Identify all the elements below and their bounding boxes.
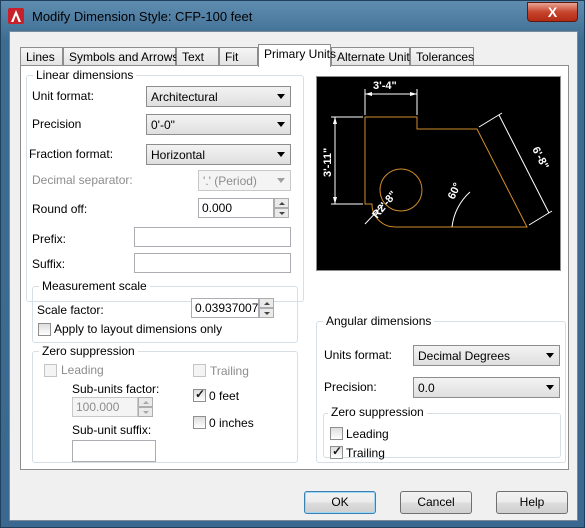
fraction-format-value: Horizontal [151,148,206,162]
spin-down-icon[interactable] [138,407,153,417]
round-off-input[interactable]: 0.000 [198,198,274,218]
dialog-client: Lines Symbols and Arrows Text Fit Primar… [9,31,578,521]
dialog-window: Modify Dimension Style: CFP-100 feet X L… [0,0,585,528]
dimension-preview: 3'-4" 3'-11" 6'-8" R2'-8" 60° [316,76,561,271]
preview-dim-top: 3'-4" [373,80,397,92]
angular-trailing-label: Trailing [346,446,385,460]
scale-factor-spinner[interactable] [259,298,274,318]
leading-label: Leading [61,363,104,377]
suffix-input[interactable] [134,253,291,273]
preview-dim-radius: R2'-8" [370,189,400,221]
spin-up-icon[interactable] [274,198,289,208]
linear-zero-suppression-title: Zero suppression [39,344,138,358]
window-title: Modify Dimension Style: CFP-100 feet [32,9,253,24]
chevron-down-icon [546,353,554,358]
tab-lines[interactable]: Lines [20,47,63,66]
unit-format-select[interactable]: Architectural [146,86,291,107]
preview-dim-right: 6'-8" [529,145,550,172]
decimal-separator-value: '.' (Period) [203,174,257,188]
chevron-down-icon [277,94,285,99]
tab-fit[interactable]: Fit [219,47,258,66]
zero-inches-checkbox[interactable] [193,416,206,429]
angular-units-format-value: Decimal Degrees [418,349,511,363]
preview-dim-angle: 60° [446,181,464,201]
suffix-label: Suffix: [32,257,66,271]
zero-inches-label: 0 inches [209,416,254,430]
linear-dimensions-title: Linear dimensions [33,68,137,82]
angular-units-format-label: Units format: [324,348,393,362]
autocad-app-icon [8,8,24,24]
subunit-suffix-input[interactable] [72,440,156,462]
decimal-separator-select[interactable]: '.' (Period) [198,170,291,191]
chevron-down-icon [277,152,285,157]
spin-down-icon[interactable] [274,208,289,218]
title-bar[interactable]: Modify Dimension Style: CFP-100 feet X [1,1,584,31]
angular-leading-checkbox[interactable] [330,427,343,440]
subunit-suffix-label: Sub-unit suffix: [72,423,152,437]
cancel-button[interactable]: Cancel [400,491,472,514]
preview-dim-left: 3'-11" [322,148,334,177]
close-button[interactable]: X [527,2,578,22]
ok-button[interactable]: OK [304,491,376,514]
leading-checkbox[interactable] [44,364,57,377]
subunits-factor-label: Sub-units factor: [72,382,160,396]
decimal-separator-label: Decimal separator: [32,173,133,187]
scale-factor-label: Scale factor: [37,303,104,317]
round-off-label: Round off: [32,202,88,216]
apply-layout-label: Apply to layout dimensions only [54,322,223,336]
measurement-scale-title: Measurement scale [39,279,150,293]
preview-geometry [364,116,528,228]
angular-dimensions-title: Angular dimensions [323,314,435,328]
subunits-factor-spinner[interactable] [138,397,153,417]
angular-leading-label: Leading [346,427,389,441]
tab-tolerances[interactable]: Tolerances [410,47,474,66]
angular-precision-value: 0.0 [418,381,435,395]
precision-label: Precision [32,117,82,131]
tab-primary-units[interactable]: Primary Units [258,44,336,67]
spin-up-icon[interactable] [259,298,274,308]
scale-factor-input[interactable]: 0.0393700787 [191,298,259,318]
trailing-checkbox[interactable] [193,364,206,377]
round-off-spinner[interactable] [274,198,289,218]
help-button[interactable]: Help [496,491,568,514]
tab-alternate-units[interactable]: Alternate Units [331,47,416,66]
unit-format-label: Unit format: [32,89,95,103]
chevron-down-icon [277,178,285,183]
preview-drawing: 3'-4" 3'-11" 6'-8" R2'-8" 60° [322,80,553,228]
angular-precision-select[interactable]: 0.0 [413,377,560,398]
precision-value: 0'-0" [151,118,175,132]
angular-precision-label: Precision: [324,380,377,394]
unit-format-value: Architectural [151,90,218,104]
primary-units-panel: Linear dimensions Unit format: Architect… [20,65,569,470]
zero-feet-checkbox[interactable] [193,387,206,402]
spin-down-icon[interactable] [259,308,274,318]
preview-arrowheads [333,92,417,204]
preview-dimension-lines [331,89,553,228]
apply-layout-checkbox[interactable] [38,323,51,336]
prefix-label: Prefix: [32,232,67,246]
tab-symbols-and-arrows[interactable]: Symbols and Arrows [63,47,178,66]
tab-text[interactable]: Text [176,47,219,66]
precision-select[interactable]: 0'-0" [146,114,291,135]
zero-feet-label: 0 feet [209,389,240,403]
angular-units-format-select[interactable]: Decimal Degrees [413,345,560,366]
fraction-format-label: Fraction format: [29,147,114,161]
prefix-input[interactable] [134,227,291,247]
chevron-down-icon [546,385,554,390]
chevron-down-icon [277,122,285,127]
spin-up-icon[interactable] [138,397,153,407]
fraction-format-select[interactable]: Horizontal [146,144,291,165]
angular-trailing-checkbox[interactable] [330,444,343,459]
angular-zero-suppression-title: Zero suppression [328,405,427,419]
subunits-factor-input[interactable]: 100.000 [72,397,138,417]
trailing-label: Trailing [210,364,249,378]
